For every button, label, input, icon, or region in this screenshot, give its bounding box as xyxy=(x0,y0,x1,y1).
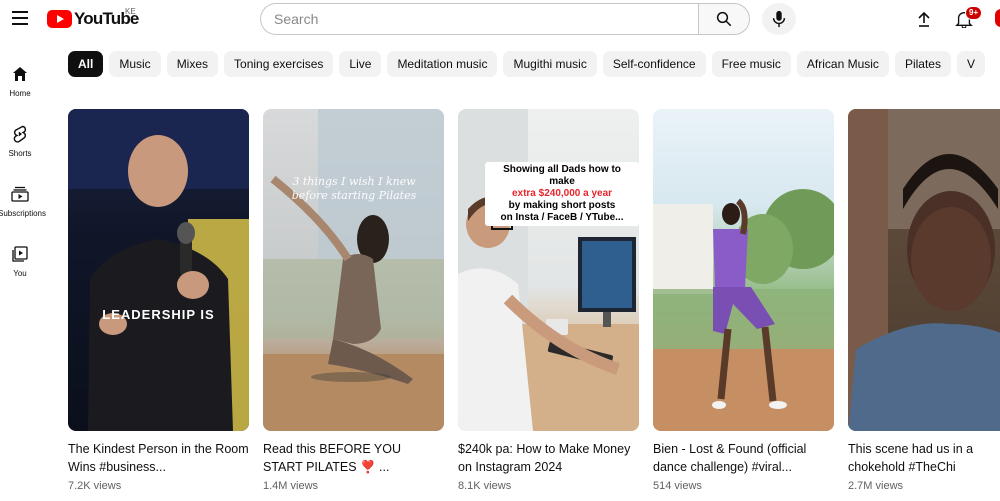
shorts-icon xyxy=(10,124,30,144)
caption-line: by making short posts xyxy=(508,200,616,211)
chip-free-music[interactable]: Free music xyxy=(711,51,791,77)
chip-pilates[interactable]: Pilates xyxy=(894,51,951,77)
search-button[interactable] xyxy=(698,3,750,35)
video-views: 2.7M views xyxy=(848,480,904,492)
avatar[interactable] xyxy=(995,9,1000,27)
thumbnail-art xyxy=(263,109,444,431)
sidebar-item-label: Home xyxy=(9,89,31,98)
video-views: 1.4M views xyxy=(263,480,319,492)
video-card[interactable]: LEADERSHIP IS The Kindest Person in the … xyxy=(68,109,249,492)
video-thumbnail[interactable]: LEADERSHIP IS xyxy=(68,109,249,431)
sidebar-item-shorts[interactable]: Shorts xyxy=(0,116,40,164)
video-thumbnail[interactable]: Showing all Dads how to make extra $240,… xyxy=(458,109,639,431)
caption-highlight: extra $240,000 a year xyxy=(511,188,613,199)
video-thumbnail[interactable] xyxy=(653,109,834,431)
video-title[interactable]: This scene had us in a chokehold #TheChi xyxy=(848,440,1000,476)
video-title[interactable]: $240k pa: How to Make Money on Instagram… xyxy=(458,440,639,476)
chip-next[interactable]: V xyxy=(956,51,985,77)
home-icon xyxy=(10,64,30,84)
video-views: 7.2K views xyxy=(68,480,122,492)
you-icon xyxy=(10,244,30,264)
chip-music[interactable]: Music xyxy=(109,51,161,77)
video-views: 8.1K views xyxy=(458,480,512,492)
video-views: 514 views xyxy=(653,480,702,492)
chip-african-music[interactable]: African Music xyxy=(796,51,889,77)
search-input[interactable] xyxy=(260,3,698,35)
thumbnail-art xyxy=(653,189,834,431)
search-icon xyxy=(716,11,732,27)
search-bar xyxy=(260,3,750,35)
thumbnail-overlay-text: LEADERSHIP IS xyxy=(102,307,215,322)
menu-icon[interactable] xyxy=(8,6,32,30)
thumbnail-art xyxy=(458,109,639,431)
upload-icon xyxy=(918,11,930,27)
video-card[interactable]: Bien - Lost & Found (official dance chal… xyxy=(653,109,834,492)
notification-count-badge: 9+ xyxy=(965,6,983,20)
chip-mixes[interactable]: Mixes xyxy=(166,51,219,77)
sidebar-item-label: Shorts xyxy=(8,149,32,158)
video-card[interactable]: This scene had us in a chokehold #TheChi… xyxy=(848,109,1000,492)
country-code: KE xyxy=(125,7,136,16)
video-thumbnail[interactable]: 3 things I wish I knew before starting P… xyxy=(263,109,444,431)
video-title[interactable]: Read this BEFORE YOU START PILATES ❣️ ..… xyxy=(263,440,444,476)
caption-line: Showing all Dads how to make xyxy=(503,164,621,187)
upload-button[interactable] xyxy=(912,7,936,31)
chip-live[interactable]: Live xyxy=(339,51,382,77)
microphone-icon xyxy=(772,10,786,28)
video-card[interactable]: 3 things I wish I knew before starting P… xyxy=(263,109,444,492)
video-card[interactable]: Showing all Dads how to make extra $240,… xyxy=(458,109,639,492)
sidebar-item-you[interactable]: You xyxy=(0,236,40,284)
sidebar-item-label: Subscriptions xyxy=(0,209,47,218)
voice-search-button[interactable] xyxy=(762,3,796,35)
thumbnail-caption: Showing all Dads how to make extra $240,… xyxy=(485,162,639,226)
video-title[interactable]: The Kindest Person in the Room Wins #bus… xyxy=(68,440,249,476)
sidebar-item-subscriptions[interactable]: Subscriptions xyxy=(0,176,46,224)
chip-mugithi-music[interactable]: Mugithi music xyxy=(503,51,597,77)
subscriptions-icon xyxy=(10,184,30,204)
thumbnail-art xyxy=(848,109,1000,431)
caption-line: on Insta / FaceB / YTube... xyxy=(500,212,624,223)
sidebar-item-home[interactable]: Home xyxy=(0,56,40,104)
youtube-play-icon xyxy=(47,10,72,28)
chip-toning-exercises[interactable]: Toning exercises xyxy=(224,51,334,77)
video-title[interactable]: Bien - Lost & Found (official dance chal… xyxy=(653,440,834,476)
sidebar-item-label: You xyxy=(13,269,27,278)
thumbnail-overlay-text: 3 things I wish I knew before starting P… xyxy=(291,175,417,202)
thumbnail-art xyxy=(68,109,249,431)
filter-chips-bar: All Music Mixes Toning exercises Live Meditat… xyxy=(68,51,1000,77)
top-bar: YouTube KE 9+ xyxy=(0,0,1000,38)
chip-all[interactable]: All xyxy=(68,51,104,77)
chip-self-confidence[interactable]: Self-confidence xyxy=(602,51,706,77)
chip-meditation-music[interactable]: Meditation music xyxy=(387,51,498,77)
video-thumbnail[interactable] xyxy=(848,109,1000,431)
